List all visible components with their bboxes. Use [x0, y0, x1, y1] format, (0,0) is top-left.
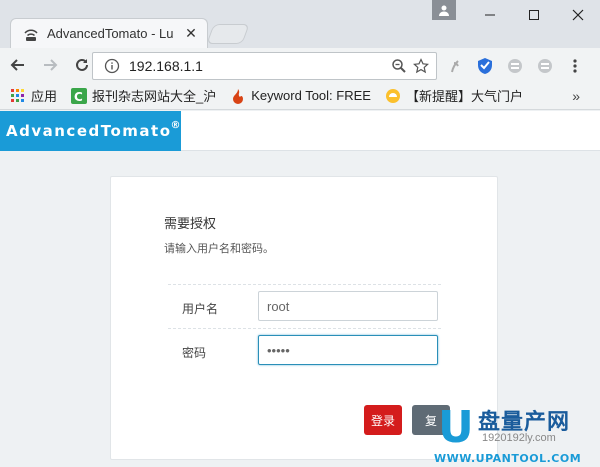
brand-logo[interactable]: AdvancedTomato ®	[0, 111, 181, 151]
bookmark-apps[interactable]: 应用	[10, 86, 57, 105]
bookmark-portal[interactable]: 【新提醒】大气门户	[385, 86, 523, 105]
address-bar[interactable]: 192.168.1.1	[92, 52, 437, 80]
bookmark-label: 应用	[31, 89, 58, 104]
bookmark-label: 【新提醒】大气门户	[405, 89, 523, 104]
zoom-icon[interactable]	[390, 57, 408, 75]
watermark-domain: WWW.UPANTOOL.COM	[434, 452, 582, 465]
watermark-logo-letter: U	[438, 402, 474, 453]
flame-icon	[230, 88, 246, 104]
bookmark-label: Keyword Tool: FREE	[251, 88, 371, 103]
close-window-button[interactable]	[556, 0, 600, 30]
username-label: 用户名	[182, 302, 219, 316]
password-label: 密码	[182, 346, 207, 360]
username-input[interactable]: root	[258, 291, 438, 321]
bell-icon	[385, 88, 401, 104]
browser-chrome: AdvancedTomato - Lu ✕ 192.168.1.1 应用 C 报…	[0, 0, 600, 110]
watermark: U 盘量产网 1920192ly.com WWW.UPANTOOL.COM	[430, 400, 600, 467]
bookmark-star-icon[interactable]	[412, 57, 430, 75]
minimize-button[interactable]	[468, 0, 512, 30]
bookmark-label: 报刊杂志网站大全_沪	[92, 89, 217, 104]
bookmark-keyword-tool[interactable]: Keyword Tool: FREE	[230, 88, 371, 104]
green-check-icon: C	[71, 87, 88, 104]
extension-person-icon[interactable]	[440, 52, 470, 80]
login-heading: 需要授权	[164, 217, 217, 232]
tab-strip: AdvancedTomato - Lu ✕	[0, 0, 600, 48]
watermark-small-domain: 1920192ly.com	[482, 432, 556, 444]
login-button[interactable]: 登录	[364, 405, 402, 435]
brand-text: AdvancedTomato	[6, 122, 172, 140]
app-header: AdvancedTomato ®	[0, 111, 600, 151]
login-form: 用户名 root 密码 •••••	[168, 284, 441, 372]
login-subtitle: 请输入用户名和密码。	[164, 242, 274, 255]
maximize-button[interactable]	[512, 0, 556, 30]
bookmarks-bar: 应用 C 报刊杂志网站大全_沪 Keyword Tool: FREE 【新提醒】…	[0, 82, 600, 110]
router-favicon-icon	[23, 26, 39, 42]
extensions-area	[440, 52, 590, 80]
info-icon[interactable]	[103, 57, 121, 75]
browser-tab[interactable]: AdvancedTomato - Lu ✕	[10, 18, 208, 48]
extension-shield-icon[interactable]	[470, 52, 500, 80]
address-text[interactable]: 192.168.1.1	[129, 58, 386, 74]
forward-button[interactable]	[36, 51, 64, 79]
extension-gray-icon[interactable]	[500, 52, 530, 80]
svg-text:C: C	[74, 90, 83, 104]
menu-kebab-icon[interactable]	[560, 52, 590, 80]
password-row: 密码 •••••	[168, 328, 441, 372]
tab-close-icon[interactable]: ✕	[183, 26, 199, 42]
tab-title: AdvancedTomato - Lu	[47, 26, 174, 41]
bookmark-magazines[interactable]: C 报刊杂志网站大全_沪	[71, 86, 216, 105]
password-input[interactable]: •••••	[258, 335, 438, 365]
brand-mark: ®	[170, 119, 182, 131]
more-bookmarks-icon[interactable]: »	[572, 88, 580, 104]
window-controls	[468, 0, 600, 30]
profile-icon[interactable]	[432, 0, 456, 20]
new-tab-button[interactable]	[206, 24, 250, 44]
username-row: 用户名 root	[168, 284, 441, 328]
back-button[interactable]	[4, 51, 32, 79]
extension-gray-icon-2[interactable]	[530, 52, 560, 80]
apps-grid-icon	[10, 88, 26, 104]
